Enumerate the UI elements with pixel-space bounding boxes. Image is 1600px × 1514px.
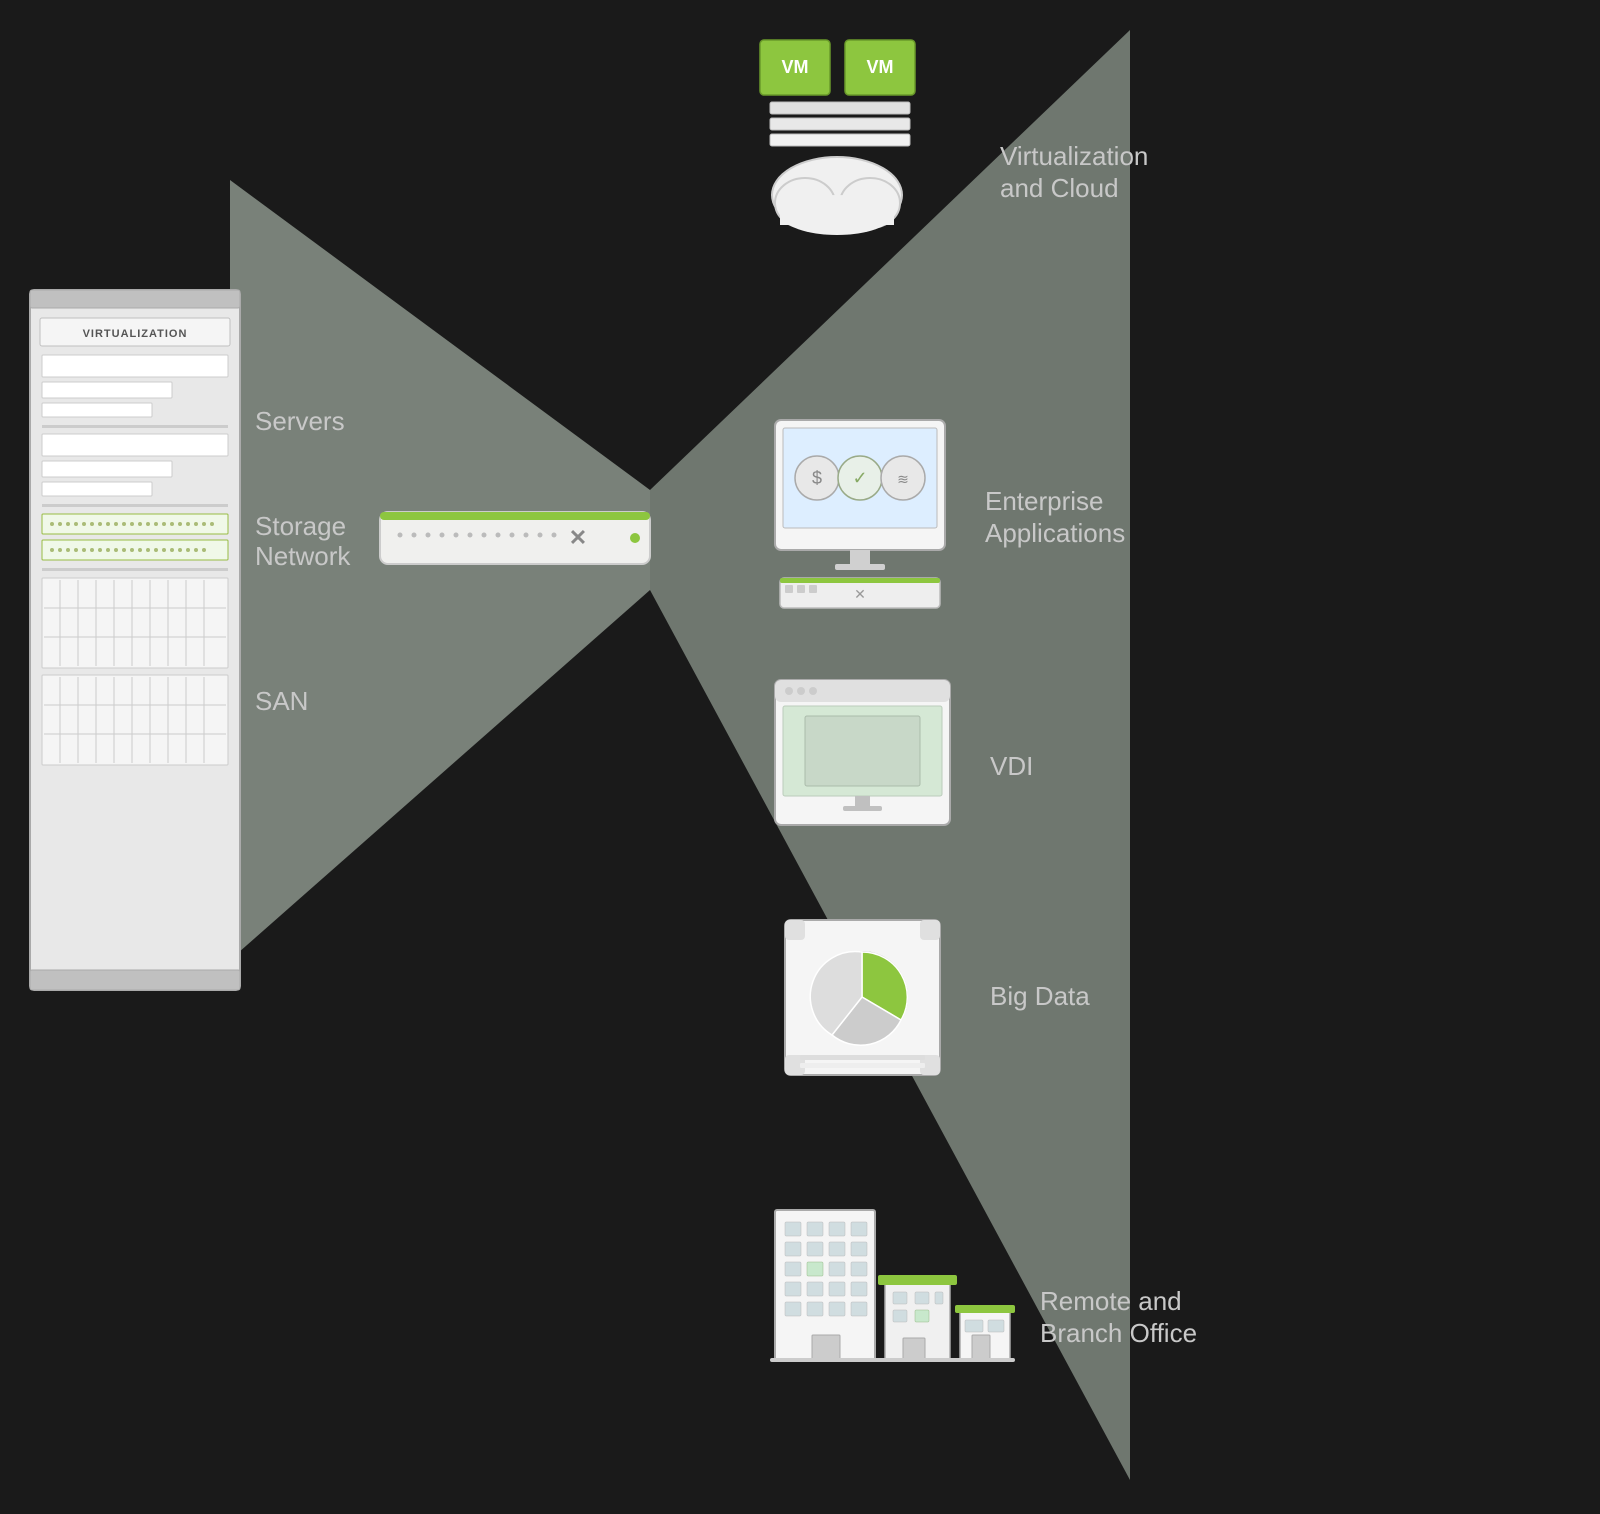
- enterprise-apps-group: $ ✓ ≋ ✕: [775, 420, 945, 608]
- servers-label: Servers: [255, 406, 345, 436]
- remote-branch-label2: Branch Office: [1040, 1318, 1197, 1348]
- svg-text:VM: VM: [782, 57, 809, 77]
- diagram-container: VIRTUALIZATION: [0, 0, 1600, 1514]
- server-rack: VIRTUALIZATION: [30, 290, 240, 990]
- vdi-label: VDI: [990, 751, 1033, 781]
- storage-network-label2: Network: [255, 541, 351, 571]
- big-data-group: [785, 920, 940, 1075]
- center-device: ✕: [380, 512, 650, 564]
- svg-text:✕: ✕: [854, 586, 866, 602]
- svg-text:≋: ≋: [897, 471, 909, 487]
- svg-text:VIRTUALIZATION: VIRTUALIZATION: [83, 328, 188, 340]
- enterprise-apps-label2: Applications: [985, 518, 1125, 548]
- vdi-group: [775, 680, 950, 825]
- enterprise-apps-label: Enterprise: [985, 486, 1104, 516]
- san-label: SAN: [255, 686, 308, 716]
- svg-text:$: $: [812, 468, 822, 488]
- storage-network-label: Storage: [255, 511, 346, 541]
- virtualization-cloud-label: Virtualization: [1000, 141, 1148, 171]
- svg-text:VM: VM: [867, 57, 894, 77]
- svg-text:✕: ✕: [569, 525, 587, 550]
- virtualization-cloud-label2: and Cloud: [1000, 173, 1119, 203]
- big-data-label: Big Data: [990, 981, 1090, 1011]
- remote-branch-label: Remote and: [1040, 1286, 1182, 1316]
- svg-text:✓: ✓: [852, 468, 867, 488]
